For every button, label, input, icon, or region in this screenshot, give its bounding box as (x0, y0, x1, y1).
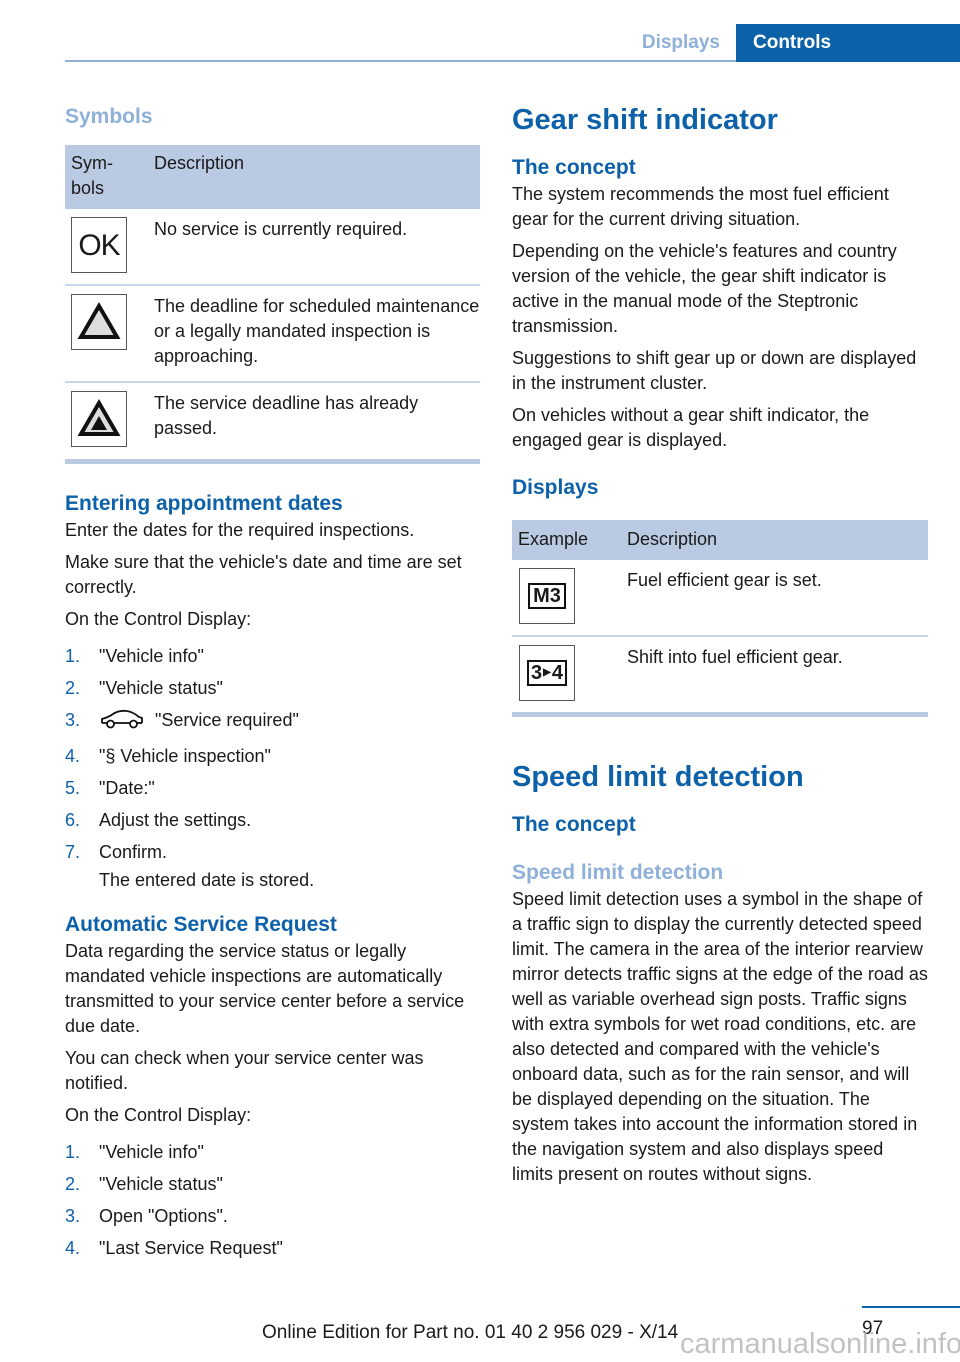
gear-concept-heading: The concept (512, 156, 636, 179)
col-header-description: Description (147, 145, 480, 209)
list-item: 2. "Vehicle status" (65, 678, 223, 698)
list-item: 1. "Vehicle info" (65, 1142, 204, 1162)
speed-p1: Speed limit detection uses a symbol in t… (512, 889, 928, 1184)
auto-request-heading: Automatic Service Request (65, 913, 337, 936)
table-row: The service deadline has already passed. (65, 381, 480, 464)
car-icon (99, 708, 149, 737)
header-chapter-controls[interactable]: Controls (736, 24, 960, 62)
table-row: M3 Fuel efficient gear is set. (512, 560, 928, 636)
auto-request-lead: On the Control Display: (65, 1105, 252, 1125)
appointments-heading: Entering appointment dates (65, 492, 343, 515)
table-header-row: Sym- bols Description (65, 145, 480, 209)
col-header-example: Example (512, 520, 620, 560)
appointments-note: Make sure that the vehicle's date and ti… (65, 552, 462, 597)
left-column: Symbols Sym- bols Description OK No serv… (65, 100, 480, 1268)
list-item: 1. "Vehicle info" (65, 646, 204, 666)
auto-request-p2: You can check when your service center w… (65, 1048, 424, 1093)
table-row: OK No service is currently required. (65, 209, 480, 285)
list-item: 3. "Service required" (65, 708, 480, 737)
appointments-result: The entered date is stored. (99, 870, 315, 890)
header-section-displays[interactable]: Displays (620, 24, 736, 62)
list-item: 7. Confirm. (65, 842, 168, 862)
list-item: 4. "Last Service Request" (65, 1238, 283, 1258)
right-column: Gear shift indicator The concept The sys… (512, 100, 928, 1194)
shift-3-to-4-icon: 3 ▶ 4 (519, 645, 575, 701)
ok-icon: OK (71, 217, 127, 273)
speed-subheading: Speed limit detection (512, 861, 724, 884)
list-item: 4. "§ Vehicle inspection" (65, 746, 271, 766)
table-header-row: Example Description (512, 520, 928, 560)
gear-p1: The system recommends the most fuel effi… (512, 184, 889, 229)
appointments-intro: Enter the dates for the required inspect… (65, 520, 415, 540)
footer-rule (862, 1306, 960, 1308)
list-item: 5. "Date:" (65, 778, 155, 798)
gear-p3: Suggestions to shift gear up or down are… (512, 348, 917, 393)
row-description: The deadline for scheduled maintenance o… (147, 284, 480, 382)
list-item: 6. Adjust the settings. (65, 810, 252, 830)
watermark: carmanualsonline.info (680, 1328, 960, 1360)
row-description: No service is currently required. (154, 219, 408, 239)
appointments-steps: 1. "Vehicle info" 2. "Vehicle status" 3. "… (65, 644, 480, 865)
col-header-description: Description (620, 520, 928, 560)
service-symbols-table: Sym- bols Description OK No service is c… (65, 145, 480, 464)
row-description: Fuel efficient gear is set. (627, 570, 822, 590)
table-row: 3 ▶ 4 Shift into fuel efficient gear. (512, 635, 928, 717)
gear-p2: Depending on the vehicle's features and … (512, 241, 897, 336)
row-description: Shift into fuel efficient gear. (620, 635, 928, 717)
warning-triangle-icon (71, 294, 127, 350)
auto-request-steps: 1. "Vehicle info" 2. "Vehicle status" 3. Op… (65, 1140, 480, 1261)
speed-concept-heading: The concept (512, 813, 636, 836)
col-header-symbols: Sym- bols (65, 145, 147, 209)
speed-limit-heading: Speed limit detection (512, 761, 804, 793)
gear-displays-table: Example Description M3 Fuel efficient ge… (512, 520, 928, 717)
table-row: The deadline for scheduled maintenance o… (65, 284, 480, 382)
gear-p4: On vehicles without a gear shift indicat… (512, 405, 870, 450)
footer-edition: Online Edition for Part no. 01 40 2 956 … (262, 1322, 679, 1343)
gear-m3-icon: M3 (519, 568, 575, 624)
list-item: 2. "Vehicle status" (65, 1174, 223, 1194)
displays-heading: Displays (512, 476, 599, 499)
auto-request-p1: Data regarding the service status or leg… (65, 941, 465, 1036)
symbols-heading: Symbols (65, 105, 153, 128)
appointments-lead: On the Control Display: (65, 609, 252, 629)
arrow-right-icon: ▶ (543, 667, 551, 678)
overdue-triangle-icon (71, 391, 127, 447)
gear-shift-heading: Gear shift indicator (512, 104, 778, 136)
list-item: 3. Open "Options". (65, 1206, 228, 1226)
row-description: The service deadline has already passed. (147, 381, 480, 464)
